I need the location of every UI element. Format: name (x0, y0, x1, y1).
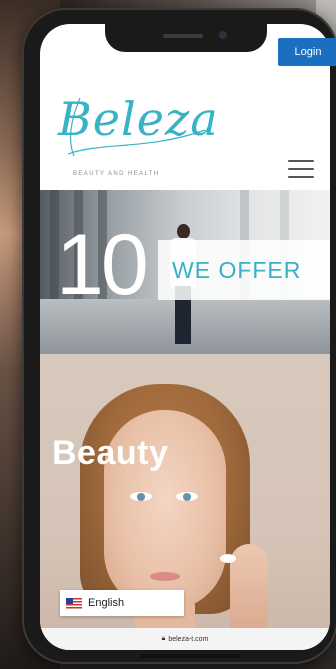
hero-offer-text: WE OFFER (172, 257, 302, 283)
browser-url-bar[interactable]: 🔒︎ beleza-t.com (40, 628, 330, 650)
hero-number: 10 (56, 217, 149, 313)
us-flag-icon (66, 597, 82, 609)
home-indicator (140, 654, 240, 658)
beauty-title: Beauty (52, 434, 169, 472)
phone-notch (105, 18, 267, 52)
hamburger-menu-icon[interactable] (288, 160, 314, 180)
login-button[interactable]: Login (278, 38, 336, 66)
browser-url: beleza-t.com (168, 635, 209, 643)
hero-banner: 10 WE OFFER (40, 190, 330, 354)
language-label: English (88, 597, 125, 609)
logo-tagline: BEAUTY AND HEALTH (73, 171, 160, 177)
logo-swash-icon (67, 97, 206, 157)
site-header: Beleza BEAUTY AND HEALTH (40, 72, 330, 190)
lock-icon: 🔒︎ (161, 635, 166, 642)
phone-screen: Beleza BEAUTY AND HEALTH 10 WE OFFER Bea… (40, 24, 330, 650)
language-selector[interactable]: English (60, 590, 184, 616)
